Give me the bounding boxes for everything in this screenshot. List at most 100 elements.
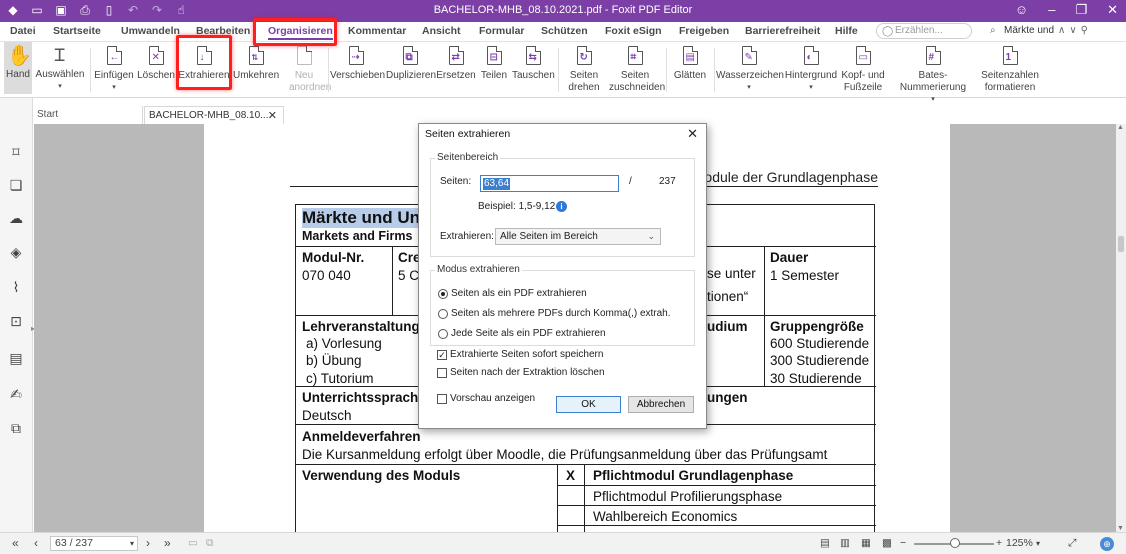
menu-kommentar[interactable]: Kommentar bbox=[348, 25, 406, 37]
tab-start[interactable]: Start bbox=[33, 106, 143, 124]
find-nav-icons[interactable]: ∧∨⚲ bbox=[1058, 23, 1092, 39]
swap-button[interactable]: ⇆ Tauschen bbox=[512, 45, 555, 82]
mode-radio-each-page[interactable] bbox=[438, 329, 448, 339]
next-page-icon[interactable]: › bbox=[146, 536, 150, 550]
menu-formular[interactable]: Formular bbox=[479, 25, 525, 37]
header-footer-label: Kopf- und Fußzeile bbox=[841, 70, 885, 93]
ribbon-separator bbox=[558, 48, 559, 92]
account-icon[interactable]: ☺ bbox=[1015, 2, 1028, 18]
facing-view-icon[interactable]: ▦ bbox=[861, 537, 871, 549]
bookmark-icon[interactable]: ⌑ bbox=[8, 144, 24, 160]
extract-select[interactable]: Alle Seiten im Bereich ⌄ bbox=[495, 228, 661, 245]
info-icon[interactable]: i bbox=[556, 201, 567, 212]
ok-button[interactable]: OK bbox=[556, 396, 621, 413]
hand-label: Hand bbox=[6, 69, 30, 80]
crop-pages-button[interactable]: ⌗ Seiten zuschneiden bbox=[608, 45, 665, 94]
menu-umwandeln[interactable]: Umwandeln bbox=[121, 25, 180, 37]
page-range-group-label: Seitenbereich bbox=[435, 152, 501, 163]
zoom-out-icon[interactable]: − bbox=[900, 537, 906, 549]
compare-icon[interactable]: ⧉ bbox=[8, 420, 24, 436]
unterrichtssprache-value: Deutsch bbox=[302, 408, 352, 423]
highlight-menu-organisieren bbox=[253, 18, 337, 46]
rotate-pages-button[interactable]: ↻ Seiten drehen bbox=[562, 45, 606, 94]
close-icon[interactable]: ✕ bbox=[1107, 2, 1118, 18]
close-tab-icon[interactable]: ✕ bbox=[268, 107, 277, 125]
first-page-icon[interactable]: « bbox=[12, 536, 19, 550]
scroll-up-icon[interactable]: ▲ bbox=[1117, 124, 1124, 131]
background-button[interactable]: ◐ Hintergrund ▾ bbox=[784, 45, 838, 94]
prev-page-icon[interactable]: ‹ bbox=[34, 536, 38, 550]
zoom-in-icon[interactable]: + bbox=[996, 537, 1002, 549]
scrollbar-thumb[interactable] bbox=[1118, 236, 1124, 252]
menu-startseite[interactable]: Startseite bbox=[53, 25, 101, 37]
security-icon[interactable]: ⊡ bbox=[8, 313, 24, 329]
insert-button[interactable]: ← Einfügen ▾ bbox=[94, 45, 134, 94]
next-view-icon[interactable]: ⧉ bbox=[206, 537, 214, 550]
scroll-down-icon[interactable]: ▼ bbox=[1117, 525, 1124, 532]
continuous-facing-view-icon[interactable]: ▩ bbox=[882, 537, 892, 549]
last-page-icon[interactable]: » bbox=[164, 536, 171, 550]
duplicate-button[interactable]: ⧉ Duplizieren bbox=[386, 45, 436, 82]
save-immediately-checkbox[interactable]: ✓ bbox=[437, 350, 447, 360]
minimize-icon[interactable]: – bbox=[1048, 2, 1055, 18]
vertical-scrollbar[interactable]: ▲ ▼ bbox=[1116, 124, 1126, 532]
previous-view-icon[interactable]: ▭ bbox=[188, 537, 198, 549]
flatten-button[interactable]: ▤ Glätten bbox=[670, 45, 710, 82]
menu-datei[interactable]: Datei bbox=[10, 25, 36, 37]
split-button[interactable]: ⊟ Teilen bbox=[479, 45, 509, 82]
zoom-level[interactable]: 125% bbox=[1006, 537, 1033, 549]
content-icon[interactable]: ▤ bbox=[8, 350, 24, 366]
cancel-button[interactable]: Abbrechen bbox=[628, 396, 694, 413]
chevron-down-icon: ▾ bbox=[129, 539, 134, 548]
find-input[interactable]: ⌕ Märkte und ∧∨⚲ bbox=[988, 23, 1116, 39]
anmeldeverfahren-label: Anmeldeverfahren bbox=[302, 429, 421, 444]
dialog-close-icon[interactable]: ✕ bbox=[687, 126, 698, 142]
preview-checkbox[interactable] bbox=[437, 394, 447, 404]
signature-icon[interactable]: ✍ bbox=[8, 386, 24, 402]
attachments-icon[interactable]: ⌇ bbox=[8, 279, 24, 295]
pages-icon[interactable]: ❏ bbox=[8, 177, 24, 193]
comments-icon[interactable]: ☁ bbox=[8, 210, 24, 226]
move-button[interactable]: ⇢ Verschieben bbox=[330, 45, 385, 82]
reverse-button[interactable]: ⇅ Umkehren bbox=[233, 45, 279, 82]
page-number-input[interactable]: 63 / 237 ▾ bbox=[50, 536, 138, 551]
menu-schuetzen[interactable]: Schützen bbox=[541, 25, 588, 37]
lv-item: c) Tutorium bbox=[306, 371, 374, 386]
select-text-icon: Ꮖ bbox=[54, 46, 66, 65]
continuous-view-icon[interactable]: ▥ bbox=[840, 537, 850, 549]
chevron-down-icon[interactable]: ▾ bbox=[1036, 539, 1040, 548]
modul-nr-label: Modul-Nr. bbox=[302, 250, 365, 265]
pages-separator: / bbox=[629, 176, 632, 187]
reorder-button[interactable]: Neu anordnen bbox=[282, 45, 331, 94]
restore-icon[interactable]: ❐ bbox=[1075, 2, 1087, 18]
format-page-numbers-icon: 1 bbox=[999, 46, 1021, 68]
delete-after-checkbox[interactable] bbox=[437, 368, 447, 378]
window-title: BACHELOR-MHB_08.10.2021.pdf - Foxit PDF … bbox=[433, 4, 693, 16]
header-footer-button[interactable]: ▭ Kopf- und Fußzeile bbox=[840, 45, 886, 94]
mode-radio-multiple-pdfs[interactable] bbox=[438, 309, 448, 319]
format-page-numbers-button[interactable]: 1 Seitenzahlen formatieren bbox=[980, 45, 1040, 94]
replace-button[interactable]: ⇄ Ersetzen bbox=[436, 45, 476, 82]
watermark-button[interactable]: ✎ Wasserzeichen ▾ bbox=[716, 45, 784, 94]
chevron-down-icon: ⌄ bbox=[647, 231, 655, 241]
mode-radio-single-pdf[interactable] bbox=[438, 289, 448, 299]
fit-page-icon[interactable]: ⤢ bbox=[1068, 537, 1076, 550]
bates-button[interactable]: # Bates-Nummerierung ▾ bbox=[888, 45, 978, 106]
fit-width-icon[interactable]: ⊕ bbox=[1100, 537, 1114, 551]
hand-icon: ✋ bbox=[7, 45, 32, 67]
menu-ansicht[interactable]: Ansicht bbox=[422, 25, 461, 37]
menu-freigeben[interactable]: Freigeben bbox=[679, 25, 729, 37]
pages-input[interactable]: 63,64 bbox=[480, 175, 619, 192]
menu-foxit-esign[interactable]: Foxit eSign bbox=[605, 25, 662, 37]
chevron-down-icon: ▾ bbox=[112, 84, 116, 91]
tell-me-input[interactable]: ◯ Erzählen... bbox=[876, 23, 972, 39]
menu-barrierefreiheit[interactable]: Barrierefreiheit bbox=[745, 25, 820, 37]
single-page-view-icon[interactable]: ▤ bbox=[820, 537, 830, 549]
tab-document[interactable]: BACHELOR-MHB_08.10.... ✕ bbox=[144, 106, 284, 124]
menu-hilfe[interactable]: Hilfe bbox=[835, 25, 858, 37]
layers-icon[interactable]: ◈ bbox=[8, 244, 24, 260]
delete-button[interactable]: ✕ Löschen bbox=[137, 45, 175, 82]
select-button[interactable]: Ꮖ Auswählen ▾ bbox=[34, 45, 86, 93]
hand-button[interactable]: ✋ Hand bbox=[4, 45, 32, 81]
zoom-slider-handle[interactable] bbox=[950, 538, 960, 548]
